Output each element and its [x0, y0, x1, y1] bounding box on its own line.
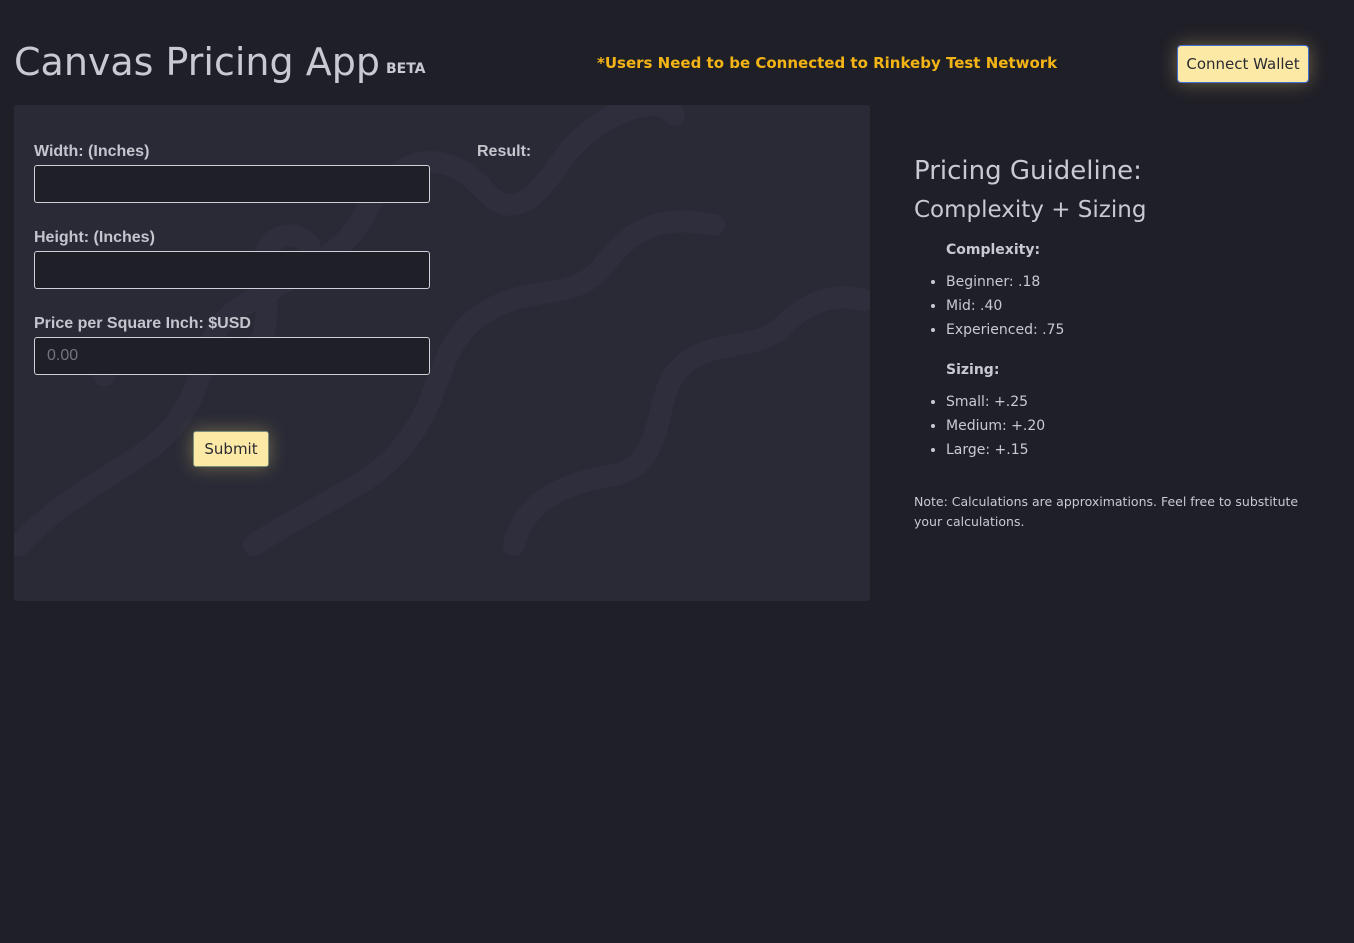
list-item: Beginner: .18 — [946, 270, 1324, 294]
complexity-heading: Complexity: — [946, 242, 1041, 258]
app-title-text: Canvas Pricing App — [14, 40, 380, 84]
list-item: Large: +.15 — [946, 438, 1324, 462]
result-label: Result: — [477, 143, 532, 160]
height-label: Height: (Inches) — [34, 229, 155, 246]
list-item: Mid: .40 — [946, 294, 1324, 318]
beta-badge: BETA — [385, 61, 426, 77]
width-label: Width: (Inches) — [34, 143, 150, 160]
price-label: Price per Square Inch: $USD — [34, 315, 251, 332]
pricing-guideline: Pricing Guideline: Complexity + Sizing C… — [914, 150, 1324, 532]
guideline-title: Pricing Guideline: — [914, 156, 1142, 186]
width-input[interactable] — [34, 165, 430, 203]
complexity-list: Beginner: .18 Mid: .40 Experienced: .75 — [914, 270, 1324, 342]
app-title: Canvas Pricing App BETA — [14, 38, 426, 95]
calculation-note: Note: Calculations are approximations. F… — [914, 494, 1299, 529]
price-input[interactable] — [34, 337, 430, 375]
submit-button[interactable]: Submit — [193, 431, 269, 467]
header: Canvas Pricing App BETA *Users Need to be… — [0, 0, 1354, 100]
list-item: Experienced: .75 — [946, 318, 1324, 342]
calculator-panel: Width: (Inches) Height: (Inches) Price p… — [14, 105, 870, 601]
connect-wallet-button[interactable]: Connect Wallet — [1177, 45, 1309, 83]
height-input[interactable] — [34, 251, 430, 289]
guideline-subtitle: Complexity + Sizing — [914, 197, 1147, 223]
list-item: Small: +.25 — [946, 390, 1324, 414]
sizing-heading: Sizing: — [946, 362, 1000, 378]
sizing-list: Small: +.25 Medium: +.20 Large: +.15 — [914, 390, 1324, 462]
list-item: Medium: +.20 — [946, 414, 1324, 438]
network-notice: *Users Need to be Connected to Rinkeby T… — [597, 54, 1058, 72]
